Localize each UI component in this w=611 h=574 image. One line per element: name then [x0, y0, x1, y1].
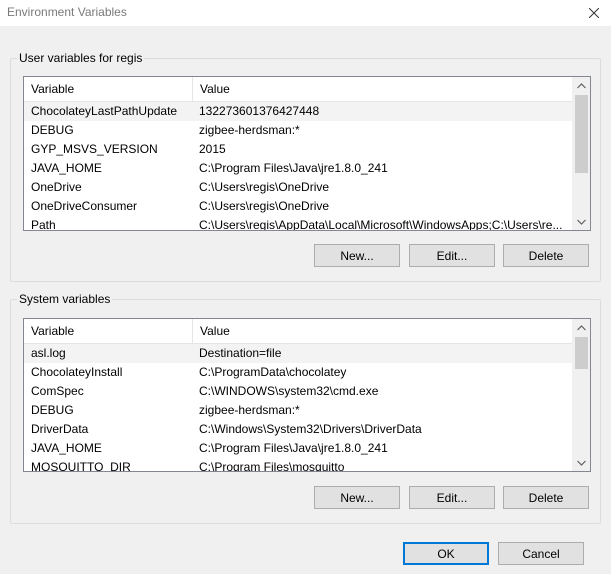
user-variables-rows: ChocolateyLastPathUpdate 1322736013764274… — [24, 102, 572, 231]
chevron-up-icon — [577, 82, 586, 88]
table-row[interactable]: MOSQUITTO_DIR C:\Program Files\mosquitto — [24, 458, 572, 472]
variable-value-cell: C:\Windows\System32\Drivers\DriverData — [199, 422, 422, 436]
variable-name-cell: Path — [31, 218, 56, 231]
variable-value-cell: zigbee-herdsman:* — [199, 123, 300, 137]
variable-name-cell: OneDriveConsumer — [31, 199, 138, 213]
variable-value-cell: zigbee-herdsman:* — [199, 403, 300, 417]
user-delete-button[interactable]: Delete — [503, 244, 589, 267]
variable-value-cell: C:\Users\regis\AppData\Local\Microsoft\W… — [199, 218, 563, 231]
variable-value-cell: 132273601376427448 — [199, 104, 320, 118]
table-row[interactable]: DEBUG zigbee-herdsman:* — [24, 121, 572, 140]
variable-name-cell: JAVA_HOME — [31, 441, 102, 455]
scroll-thumb[interactable] — [575, 337, 588, 369]
variable-value-cell: C:\Users\regis\OneDrive — [199, 199, 330, 213]
table-row[interactable]: GYP_MSVS_VERSION 2015 — [24, 140, 572, 159]
table-row[interactable]: JAVA_HOME C:\Program Files\Java\jre1.8.0_… — [24, 439, 572, 458]
variable-value-cell: C:\WINDOWS\system32\cmd.exe — [199, 384, 379, 398]
variable-value-cell: C:\Program Files\Java\jre1.8.0_241 — [199, 441, 388, 455]
system-variables-list[interactable]: Variable Value asl.log Destination=file Ch… — [23, 318, 591, 472]
variable-value-cell: C:\Users\regis\OneDrive — [199, 180, 330, 194]
table-row[interactable]: OneDrive C:\Users\regis\OneDrive — [24, 178, 572, 197]
vertical-scrollbar[interactable] — [572, 77, 590, 230]
variable-name-cell: ComSpec — [31, 384, 84, 398]
cancel-button[interactable]: Cancel — [498, 542, 584, 565]
variable-name-cell: ChocolateyLastPathUpdate — [31, 104, 178, 118]
column-header-value[interactable]: Value — [192, 319, 572, 343]
column-header-variable[interactable]: Variable — [24, 319, 192, 343]
column-header-variable[interactable]: Variable — [24, 77, 192, 101]
system-variables-rows: asl.log Destination=file ChocolateyInstall… — [24, 344, 572, 472]
variable-value-cell: C:\Program Files\mosquitto — [199, 460, 345, 472]
table-row[interactable]: ChocolateyLastPathUpdate 1322736013764274… — [24, 102, 572, 121]
variable-name-cell: asl.log — [31, 346, 66, 360]
scroll-up-button[interactable] — [573, 319, 590, 336]
user-variables-label: User variables for regis — [17, 51, 145, 65]
table-row[interactable]: asl.log Destination=file — [24, 344, 572, 363]
user-edit-button[interactable]: Edit... — [409, 244, 495, 267]
variable-name-cell: ChocolateyInstall — [31, 365, 123, 379]
variable-value-cell: C:\ProgramData\chocolatey — [199, 365, 347, 379]
variable-value-cell: 2015 — [199, 142, 226, 156]
window-title: Environment Variables — [7, 5, 127, 19]
variable-name-cell: MOSQUITTO_DIR — [31, 460, 131, 472]
user-new-button[interactable]: New... — [314, 244, 400, 267]
chevron-up-icon — [577, 324, 586, 330]
table-row[interactable]: JAVA_HOME C:\Program Files\Java\jre1.8.0_… — [24, 159, 572, 178]
variable-name-cell: DEBUG — [31, 403, 74, 417]
system-new-button[interactable]: New... — [314, 486, 400, 509]
table-row[interactable]: OneDriveConsumer C:\Users\regis\OneDrive — [24, 197, 572, 216]
list-header: Variable Value — [24, 77, 572, 102]
scroll-thumb[interactable] — [575, 95, 588, 173]
column-header-value[interactable]: Value — [192, 77, 572, 101]
chevron-down-icon — [577, 460, 586, 466]
table-row[interactable]: Path C:\Users\regis\AppData\Local\Microso… — [24, 216, 572, 231]
ok-button[interactable]: OK — [403, 542, 489, 565]
scroll-down-button[interactable] — [573, 213, 590, 230]
system-variables-label: System variables — [17, 292, 113, 306]
variable-name-cell: DriverData — [31, 422, 89, 436]
list-header: Variable Value — [24, 319, 572, 344]
variable-value-cell: Destination=file — [199, 346, 282, 360]
variable-name-cell: OneDrive — [31, 180, 82, 194]
table-row[interactable]: ComSpec C:\WINDOWS\system32\cmd.exe — [24, 382, 572, 401]
variable-value-cell: C:\Program Files\Java\jre1.8.0_241 — [199, 161, 388, 175]
vertical-scrollbar[interactable] — [572, 319, 590, 471]
table-row[interactable]: DEBUG zigbee-herdsman:* — [24, 401, 572, 420]
variable-name-cell: GYP_MSVS_VERSION — [31, 142, 158, 156]
user-variables-list[interactable]: Variable Value ChocolateyLastPathUpdate 1… — [23, 76, 591, 231]
scroll-up-button[interactable] — [573, 77, 590, 94]
variable-name-cell: DEBUG — [31, 123, 74, 137]
chevron-down-icon — [577, 219, 586, 225]
variable-name-cell: JAVA_HOME — [31, 161, 102, 175]
system-delete-button[interactable]: Delete — [503, 486, 589, 509]
system-edit-button[interactable]: Edit... — [409, 486, 495, 509]
close-button[interactable] — [577, 0, 611, 26]
title-bar: Environment Variables — [0, 0, 611, 26]
close-icon — [589, 8, 599, 18]
table-row[interactable]: ChocolateyInstall C:\ProgramData\chocolat… — [24, 363, 572, 382]
table-row[interactable]: DriverData C:\Windows\System32\Drivers\Dr… — [24, 420, 572, 439]
scroll-down-button[interactable] — [573, 454, 590, 471]
